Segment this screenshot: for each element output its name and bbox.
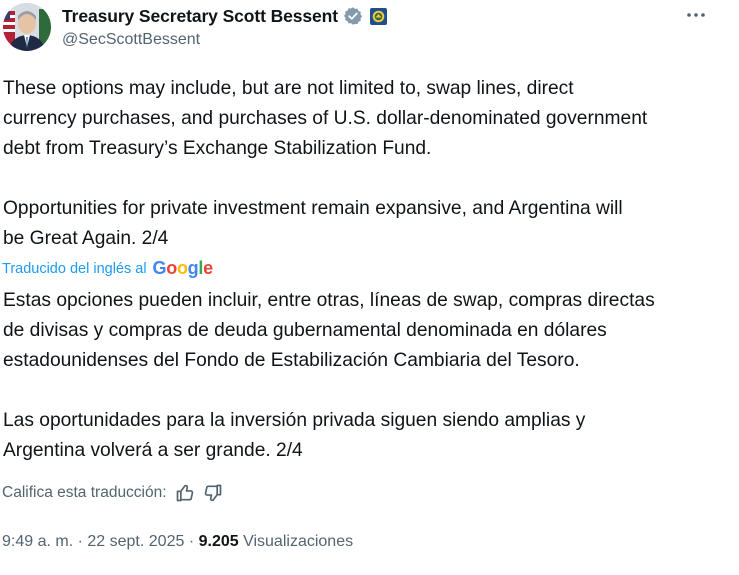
tweet-text: These options may include, but are not l… [3, 78, 648, 249]
author-avatar[interactable] [3, 3, 51, 51]
translation-attribution: Traducido del inglés al Google [2, 258, 213, 279]
author-name-row: Treasury Secretary Scott Bessent [62, 4, 387, 28]
thumbs-up-icon[interactable] [175, 483, 195, 503]
rate-translation-label: Califica esta traducción: [2, 484, 167, 501]
tweet-time[interactable]: 9:49 a. m. [2, 533, 73, 550]
treasury-seal-icon[interactable] [369, 7, 387, 25]
more-options-icon[interactable] [685, 6, 707, 29]
rate-translation-row: Califica esta traducción: [2, 483, 223, 503]
verified-badge-icon[interactable] [343, 6, 363, 26]
thumbs-down-icon[interactable] [203, 483, 223, 503]
meta-separator: · [188, 533, 195, 550]
meta-separator: · [77, 533, 83, 550]
views-label: Visualizaciones [243, 533, 354, 550]
author-handle[interactable]: @SecScottBessent [62, 31, 200, 49]
google-logo: Google [152, 258, 214, 278]
views-count: 9.205 [198, 533, 239, 550]
translated-from-label[interactable]: Traducido del inglés al [2, 261, 147, 277]
tweet-meta: 9:49 a. m. · 22 sept. 2025 · 9.205 Visua… [2, 533, 353, 551]
tweet-date[interactable]: 22 sept. 2025 [87, 533, 184, 550]
author-display-name[interactable]: Treasury Secretary Scott Bessent [62, 6, 338, 27]
translated-text: Estas opciones pueden incluir, entre otr… [3, 290, 655, 461]
